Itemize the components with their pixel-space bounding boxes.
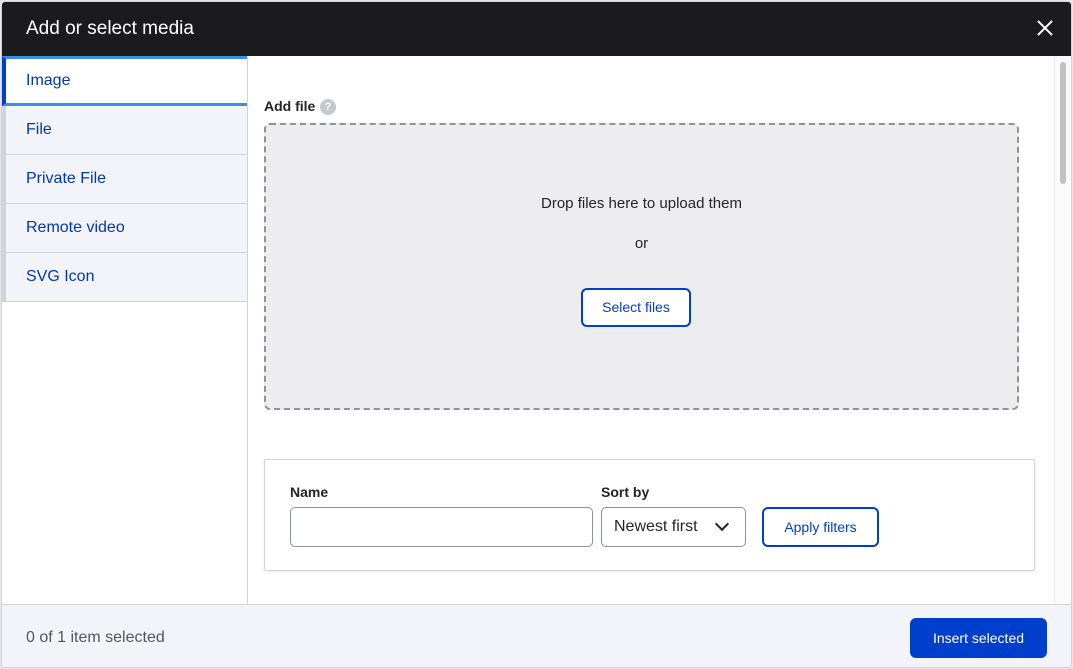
tab-label: Remote video: [26, 219, 125, 236]
selected-count: 0 of 1 item selected: [26, 629, 165, 646]
media-dialog: Add or select media Image File Private F…: [1, 1, 1072, 668]
main-content: Add file ? Drop files here to upload the…: [249, 56, 1057, 604]
tab-remote-video[interactable]: Remote video: [2, 204, 247, 253]
tab-label: Image: [26, 72, 71, 89]
dialog-titlebar: Add or select media: [2, 2, 1071, 56]
sort-by-label: Sort by: [601, 484, 650, 500]
name-filter-input[interactable]: [290, 507, 593, 547]
sort-by-value: Newest first: [614, 518, 698, 535]
add-file-label: Add file: [264, 98, 316, 114]
tab-image[interactable]: Image: [2, 56, 247, 106]
or-text: or: [634, 235, 649, 252]
tab-file[interactable]: File: [2, 106, 247, 155]
media-type-tabs: Image File Private File Remote video SVG…: [2, 56, 248, 604]
dialog-title: Add or select media: [26, 18, 194, 39]
file-dropzone[interactable]: Drop files here to upload them or Select…: [264, 123, 1019, 410]
tab-label: SVG Icon: [26, 268, 95, 285]
drop-text: Drop files here to upload them: [541, 195, 742, 212]
close-icon[interactable]: [1033, 16, 1057, 40]
filters-panel: Name Sort by Newest first Apply filters: [264, 459, 1035, 571]
scrollbar-thumb[interactable]: [1060, 62, 1066, 184]
tab-label: Private File: [26, 170, 107, 187]
apply-filters-button[interactable]: Apply filters: [762, 507, 879, 547]
scrollbar[interactable]: [1054, 56, 1071, 604]
help-icon[interactable]: ?: [320, 99, 336, 115]
tab-label: File: [26, 121, 52, 138]
insert-selected-button[interactable]: Insert selected: [910, 618, 1047, 658]
name-filter-label: Name: [290, 484, 329, 500]
tab-private-file[interactable]: Private File: [2, 155, 247, 204]
chevron-down-icon: [714, 516, 730, 532]
dialog-footer: 0 of 1 item selected Insert selected: [2, 604, 1071, 667]
select-files-button[interactable]: Select files: [581, 288, 691, 327]
sort-by-select[interactable]: Newest first: [601, 507, 746, 547]
tab-svg-icon[interactable]: SVG Icon: [2, 253, 247, 302]
